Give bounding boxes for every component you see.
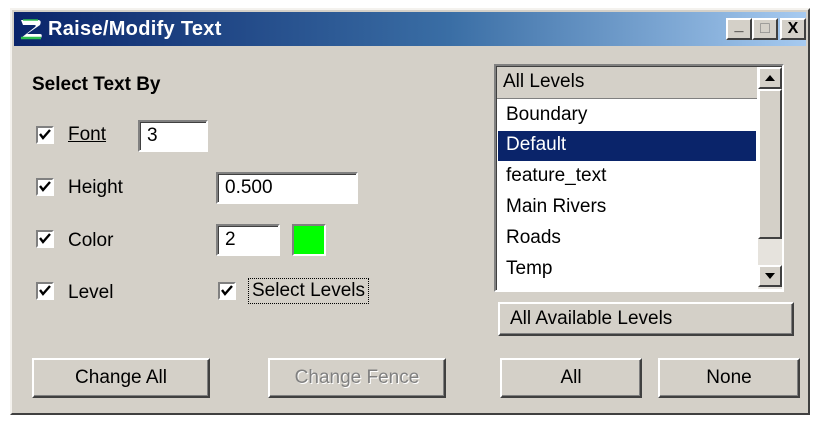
- list-item[interactable]: Main Rivers: [498, 193, 756, 223]
- change-fence-label: Change Fence: [294, 367, 420, 388]
- height-field[interactable]: [216, 172, 358, 204]
- scroll-down-button[interactable]: [758, 265, 782, 287]
- bentley-b-icon: [18, 17, 44, 41]
- checkmark-icon: [221, 285, 233, 296]
- list-item[interactable]: Temp: [498, 255, 756, 285]
- close-icon: X: [787, 20, 799, 37]
- list-item[interactable]: Boundary: [498, 101, 756, 131]
- list-item[interactable]: Roads: [498, 224, 756, 254]
- scroll-up-button[interactable]: [758, 67, 782, 89]
- arrow-down-icon: [765, 273, 775, 279]
- checkmark-icon: [39, 285, 51, 296]
- change-all-label: Change All: [75, 367, 167, 388]
- level-label: Level: [68, 282, 114, 303]
- all-available-levels-button[interactable]: All Available Levels: [498, 302, 794, 336]
- scrollbar-thumb[interactable]: [758, 89, 782, 239]
- change-fence-button: Change Fence: [268, 358, 446, 398]
- minimize-button[interactable]: _: [726, 17, 752, 40]
- select-levels-checkbox[interactable]: [218, 282, 236, 300]
- levels-list-header[interactable]: All Levels: [497, 67, 757, 99]
- all-label: All: [560, 367, 582, 388]
- raise-modify-text-dialog: Raise/Modify Text _ □ X Select Text By F…: [10, 8, 810, 415]
- color-swatch[interactable]: [292, 224, 326, 256]
- none-button[interactable]: None: [658, 358, 800, 398]
- all-available-levels-label: All Available Levels: [510, 308, 673, 329]
- levels-listbox[interactable]: All Levels Boundary Default feature_text…: [494, 64, 784, 292]
- window-title: Raise/Modify Text: [48, 18, 222, 40]
- checkmark-icon: [39, 233, 51, 244]
- all-button[interactable]: All: [500, 358, 642, 398]
- font-field[interactable]: [138, 120, 208, 152]
- height-checkbox[interactable]: [36, 178, 54, 196]
- font-checkbox[interactable]: [36, 126, 54, 144]
- list-item[interactable]: feature_text: [498, 162, 756, 192]
- checkmark-icon: [39, 181, 51, 192]
- maximize-button[interactable]: □: [752, 18, 778, 40]
- level-checkbox[interactable]: [36, 282, 54, 300]
- font-label: Font: [68, 124, 107, 145]
- change-all-button[interactable]: Change All: [32, 358, 210, 398]
- select-levels-label[interactable]: Select Levels: [247, 278, 370, 304]
- vertical-scrollbar[interactable]: [758, 67, 782, 289]
- maximize-icon: □: [760, 20, 770, 37]
- color-label: Color: [68, 230, 114, 251]
- select-text-by-heading: Select Text By: [32, 74, 161, 95]
- color-checkbox[interactable]: [36, 230, 54, 248]
- arrow-up-icon: [765, 75, 775, 81]
- close-button[interactable]: X: [780, 18, 806, 40]
- height-label: Height: [68, 177, 123, 198]
- none-label: None: [706, 367, 752, 388]
- title-bar[interactable]: Raise/Modify Text _ □ X: [14, 12, 806, 46]
- minimize-icon: _: [734, 17, 744, 34]
- checkmark-icon: [39, 129, 51, 140]
- color-field[interactable]: [216, 224, 280, 256]
- list-item-selected[interactable]: Default: [498, 131, 756, 161]
